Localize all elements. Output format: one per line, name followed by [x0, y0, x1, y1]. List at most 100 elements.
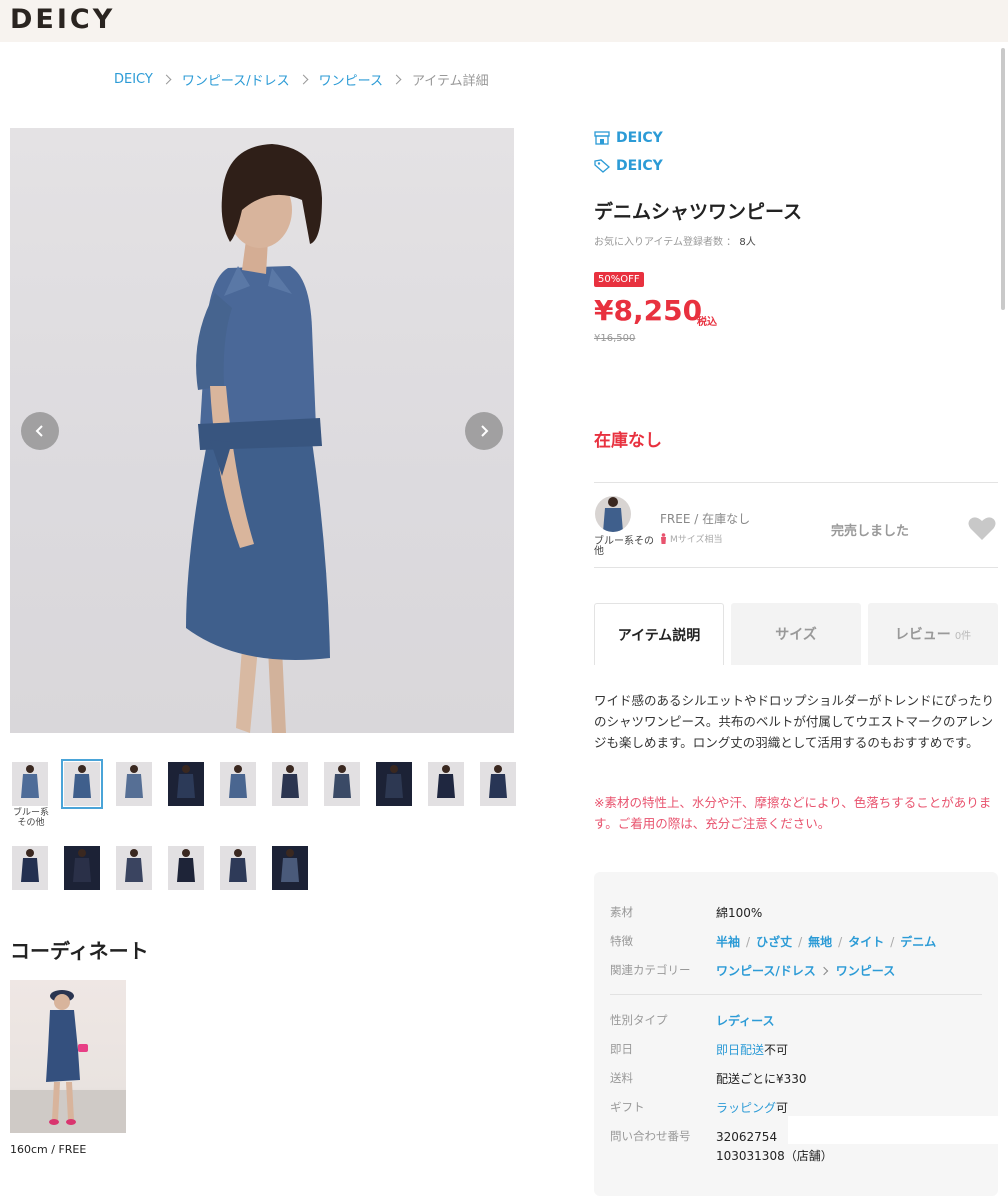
- thumbnail-image[interactable]: [12, 762, 48, 806]
- sku-color-label: ブルー系その他: [594, 536, 654, 557]
- separator: /: [798, 935, 803, 949]
- spec-label: 関連カテゴリー: [610, 963, 691, 977]
- thumbnail-illustration: [281, 849, 299, 882]
- thumbnail-image[interactable]: [272, 762, 308, 806]
- person-icon: [661, 533, 666, 544]
- category-link[interactable]: ワンピース: [836, 964, 895, 978]
- chevron-right-icon: [391, 74, 402, 85]
- thumbnail-image[interactable]: [220, 762, 256, 806]
- shipping-value: 配送ごとに¥330: [716, 1072, 807, 1086]
- sku-color-swatch[interactable]: [595, 496, 631, 532]
- chevron-left-icon: [35, 425, 43, 437]
- coordinate-model-illustration: [10, 990, 126, 1133]
- feature-link[interactable]: 無地: [808, 935, 832, 949]
- sku-thumbnail-illustration: [603, 497, 623, 532]
- spec-row-category: 関連カテゴリー ワンピース/ドレス ワンピース: [610, 962, 895, 979]
- breadcrumb-link-subcategory[interactable]: ワンピース: [319, 70, 383, 89]
- brand-link[interactable]: DEICY: [594, 158, 663, 174]
- sold-out-label: 完売しました: [831, 524, 910, 539]
- gift-suffix: 可: [776, 1101, 789, 1115]
- coordinate-caption: 160cm / FREE: [10, 1143, 87, 1156]
- thumbnail-image[interactable]: [428, 762, 464, 806]
- thumbnail-illustration: [333, 765, 351, 798]
- thumbnail-image[interactable]: [272, 846, 308, 890]
- thumbnail-image[interactable]: [324, 762, 360, 806]
- spec-value: 綿100%: [716, 906, 763, 920]
- spec-label: 特徴: [610, 934, 633, 948]
- breadcrumb-link-shop[interactable]: DEICY: [114, 72, 153, 87]
- divider: [594, 567, 998, 568]
- tab-label: アイテム説明: [617, 627, 701, 644]
- tab-review[interactable]: レビュー 0件: [868, 603, 998, 665]
- inquiry-store-number: 103031308（店舗）: [716, 1149, 833, 1163]
- discount-badge: 50%OFF: [594, 272, 644, 287]
- shop-name: DEICY: [616, 130, 663, 146]
- spec-row-gender: 性別タイプ レディース: [610, 1012, 775, 1029]
- spec-label: 送料: [610, 1071, 633, 1085]
- thumbnail-image[interactable]: [61, 759, 103, 809]
- gender-link[interactable]: レディース: [716, 1012, 775, 1029]
- thumbnail-illustration: [125, 765, 143, 798]
- gallery-next-button[interactable]: [465, 412, 503, 450]
- feature-link[interactable]: デニム: [900, 935, 936, 949]
- thumbnail-image[interactable]: [168, 762, 204, 806]
- thumbnail-image[interactable]: [12, 846, 48, 890]
- spec-table: 素材 綿100% 特徴 半袖 / ひざ丈 / 無地 / タイト / デニム 関連カテゴリー ワン…: [594, 872, 998, 1196]
- sku-fit: Mサイズ相当: [660, 532, 723, 545]
- gallery-prev-button[interactable]: [21, 412, 59, 450]
- spec-row-gift: ギフト ラッピング可: [610, 1099, 788, 1116]
- main-product-photo[interactable]: [10, 128, 514, 733]
- coordinate-section-title: コーディネート: [10, 939, 149, 963]
- category-link[interactable]: ワンピース/ドレス: [716, 964, 816, 978]
- spec-label: ギフト: [610, 1100, 645, 1114]
- favorite-button[interactable]: [968, 516, 996, 545]
- chevron-right-icon: [481, 425, 489, 437]
- page-scrollbar[interactable]: [1001, 48, 1005, 310]
- coordinate-photo[interactable]: [10, 980, 126, 1133]
- thumbnail-illustration: [437, 765, 455, 798]
- product-title: デニムシャツワンピース: [594, 201, 803, 223]
- feature-list: 半袖 / ひざ丈 / 無地 / タイト / デニム: [716, 933, 936, 950]
- sameday-suffix: 不可: [764, 1043, 789, 1057]
- breadcrumb-current: アイテム詳細: [411, 74, 489, 89]
- item-description: ワイド感のあるシルエットやドロップショルダーがトレンドにぴったりのシャツワンピー…: [594, 693, 995, 750]
- tag-icon: [594, 159, 610, 173]
- chevron-right-icon: [819, 966, 829, 976]
- thumbnail-image[interactable]: [480, 762, 516, 806]
- thumbnail-illustration: [177, 849, 195, 882]
- feature-link[interactable]: ひざ丈: [756, 935, 792, 949]
- feature-link[interactable]: タイト: [848, 935, 884, 949]
- thumbnail-image[interactable]: [168, 846, 204, 890]
- sameday-link[interactable]: 即日配送: [716, 1043, 764, 1057]
- stock-status: 在庫なし: [594, 431, 662, 451]
- thumbnail-illustration: [73, 765, 91, 798]
- thumbnail-image[interactable]: [220, 846, 256, 890]
- thumbnail-illustration: [21, 849, 39, 882]
- thumbnail-image[interactable]: [376, 762, 412, 806]
- thumbnail-image[interactable]: [116, 762, 152, 806]
- thumbnail-illustration: [385, 765, 403, 798]
- thumbnail-image[interactable]: [116, 846, 152, 890]
- shop-link[interactable]: DEICY: [594, 130, 663, 146]
- inquiry-numbers: 32062754 103031308（店舗）: [716, 1128, 833, 1166]
- spec-row-inquiry: 問い合わせ番号 32062754 103031308（店舗）: [610, 1128, 833, 1166]
- tax-label: 税込: [697, 317, 717, 328]
- breadcrumb: DEICY ワンピース/ドレス ワンピース アイテム詳細: [114, 70, 489, 89]
- thumbnail-image[interactable]: [64, 846, 100, 890]
- breadcrumb-link-category[interactable]: ワンピース/ドレス: [182, 70, 290, 89]
- chevron-right-icon: [161, 74, 172, 85]
- gift-link[interactable]: ラッピング: [716, 1101, 776, 1115]
- feature-link[interactable]: 半袖: [716, 935, 740, 949]
- tab-label: サイズ: [775, 627, 817, 643]
- thumbnail-illustration: [281, 765, 299, 798]
- spec-label: 問い合わせ番号: [610, 1129, 691, 1143]
- review-count: 0件: [954, 630, 972, 642]
- favorite-count: お気に入りアイテム登録者数 ： 8人: [594, 233, 756, 248]
- sale-price: ¥8,250: [594, 294, 703, 327]
- thumbnail-illustration: [125, 849, 143, 882]
- tab-item-description[interactable]: アイテム説明: [594, 603, 724, 665]
- spec-row-material: 素材 綿100%: [610, 904, 762, 921]
- tab-size[interactable]: サイズ: [731, 603, 861, 665]
- site-logo[interactable]: DEICY: [10, 4, 115, 35]
- chevron-right-icon: [298, 74, 309, 85]
